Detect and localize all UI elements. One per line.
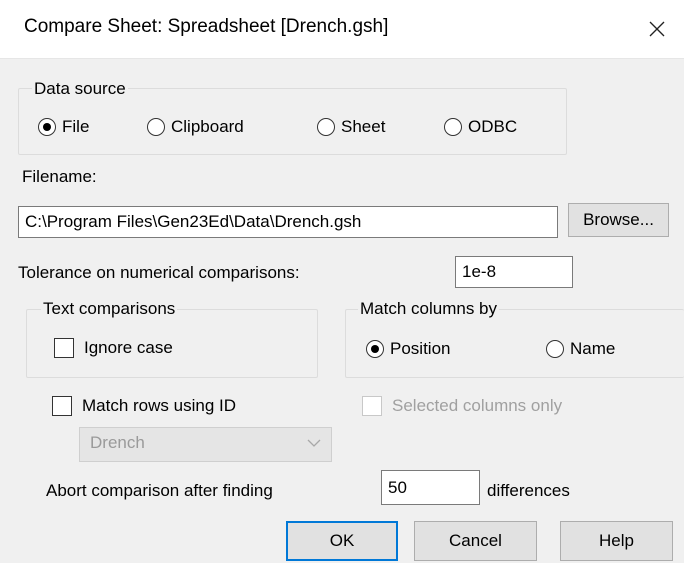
ignore-case-checkbox[interactable]: Ignore case	[54, 338, 173, 358]
window-title: Compare Sheet: Spreadsheet [Drench.gsh]	[24, 16, 389, 37]
match-rows-box	[52, 396, 72, 416]
radio-position[interactable]: Position	[366, 339, 450, 359]
abort-count-input[interactable]	[381, 470, 480, 505]
radio-name-indicator	[546, 340, 564, 358]
filename-input[interactable]	[18, 206, 558, 238]
radio-odbc-label: ODBC	[468, 117, 518, 136]
match-rows-checkbox[interactable]: Match rows using ID	[52, 396, 236, 416]
radio-file-indicator	[38, 118, 56, 136]
radio-clipboard[interactable]: Clipboard	[147, 117, 244, 137]
radio-name[interactable]: Name	[546, 339, 615, 359]
radio-clipboard-indicator	[147, 118, 165, 136]
title-bar: Compare Sheet: Spreadsheet [Drench.gsh]	[0, 0, 684, 59]
ok-button[interactable]: OK	[286, 521, 398, 561]
radio-position-label: Position	[390, 339, 451, 358]
match-columns-legend: Match columns by	[358, 299, 499, 319]
tolerance-label: Tolerance on numerical comparisons:	[18, 263, 300, 282]
help-button[interactable]: Help	[560, 521, 673, 561]
selected-columns-checkbox[interactable]: Selected columns only	[362, 396, 562, 416]
id-column-value: Drench	[90, 433, 145, 452]
close-button[interactable]	[640, 12, 674, 46]
radio-name-label: Name	[570, 339, 616, 358]
selected-columns-label: Selected columns only	[392, 396, 563, 415]
radio-odbc[interactable]: ODBC	[444, 117, 517, 137]
radio-position-indicator	[366, 340, 384, 358]
radio-odbc-indicator	[444, 118, 462, 136]
text-comparisons-legend: Text comparisons	[41, 299, 178, 319]
abort-label: Abort comparison after finding	[46, 481, 273, 500]
radio-sheet[interactable]: Sheet	[317, 117, 385, 137]
close-icon	[649, 21, 665, 37]
filename-label: Filename:	[22, 167, 97, 186]
chevron-down-icon	[307, 439, 321, 447]
cancel-button[interactable]: Cancel	[414, 521, 537, 561]
radio-clipboard-label: Clipboard	[171, 117, 244, 136]
abort-suffix-label: differences	[487, 481, 570, 500]
radio-file-label: File	[62, 117, 90, 136]
ignore-case-label: Ignore case	[84, 338, 173, 357]
selected-columns-box	[362, 396, 382, 416]
match-rows-label: Match rows using ID	[82, 396, 236, 415]
radio-file[interactable]: File	[38, 117, 89, 137]
radio-sheet-indicator	[317, 118, 335, 136]
browse-button[interactable]: Browse...	[568, 203, 669, 237]
data-source-legend: Data source	[32, 79, 128, 99]
id-column-dropdown[interactable]: Drench	[79, 427, 332, 462]
ignore-case-box	[54, 338, 74, 358]
tolerance-input[interactable]	[455, 256, 573, 288]
radio-sheet-label: Sheet	[341, 117, 386, 136]
